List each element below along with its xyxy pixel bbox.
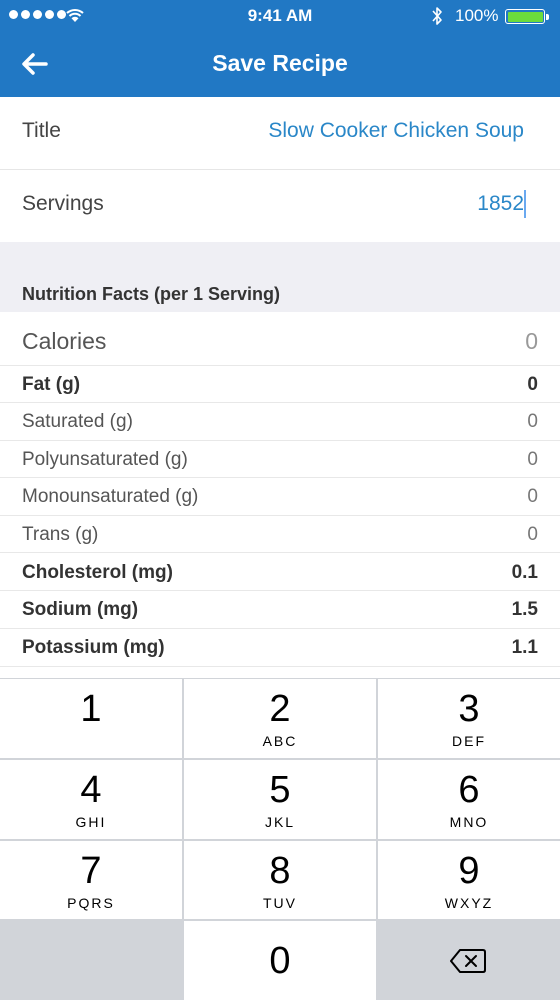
key-letters: DEF [452,733,486,749]
key-7[interactable]: 7 PQRS [0,841,182,919]
key-digit: 6 [458,769,480,811]
nutrition-label: Sodium (mg) [22,599,139,620]
nutrition-label: Saturated (g) [22,411,133,432]
navigation-bar: 9:41 AM 100% Save Recipe [0,0,560,97]
nutrition-label: Potassium (mg) [22,637,165,658]
text-cursor [524,190,526,218]
servings-field[interactable]: 1852 [477,192,524,216]
key-8[interactable]: 8 TUV [184,841,376,919]
nutrition-value[interactable]: 0 [527,524,538,546]
servings-label: Servings [22,192,104,215]
key-digit: 8 [269,850,291,892]
key-5[interactable]: 5 JKL [184,760,376,839]
key-letters: TUV [263,895,297,911]
key-letters: WXYZ [444,895,494,911]
nutrition-section-title: Nutrition Facts (per 1 Serving) [22,284,281,304]
key-letters: ABC [262,733,298,749]
key-digit: 7 [80,850,102,892]
nutrition-value[interactable]: 0 [527,449,538,471]
nutrition-row-sodium[interactable]: Sodium (mg) 1.5 [0,591,560,629]
key-digit: 1 [80,688,102,730]
key-1[interactable]: 1 [0,679,182,758]
key-letters: JKL [264,814,296,830]
status-bar: 9:41 AM 100% [0,0,560,32]
key-digit: 0 [269,940,291,982]
nutrition-label: Calories [22,328,107,354]
nutrition-value[interactable]: 0.1 [512,562,538,584]
key-letters: GHI [75,814,107,830]
nutrition-label: Fat (g) [22,374,81,395]
nutrition-row-potassium[interactable]: Potassium (mg) 1.1 [0,629,560,667]
nutrition-row-trans[interactable]: Trans (g) 0 [0,516,560,553]
key-letters: MNO [449,814,489,830]
page-title: Save Recipe [212,50,348,76]
title-field[interactable]: Slow Cooker Chicken Soup [268,119,524,143]
battery-icon [505,9,549,24]
key-2[interactable]: 2 ABC [184,679,376,758]
nutrition-value[interactable]: 0 [527,374,538,396]
nutrition-row-fat[interactable]: Fat (g) 0 [0,366,560,403]
nutrition-row-cholesterol[interactable]: Cholesterol (mg) 0.1 [0,553,560,591]
nutrition-row-polyunsaturated[interactable]: Polyunsaturated (g) 0 [0,441,560,478]
title-row[interactable]: Title Slow Cooker Chicken Soup [0,97,560,169]
nutrition-label: Trans (g) [22,524,99,545]
backspace-icon [450,949,486,973]
key-6[interactable]: 6 MNO [378,760,560,839]
key-digit: 4 [80,769,102,811]
nutrition-value[interactable]: 0 [525,328,538,355]
nutrition-label: Polyunsaturated (g) [22,449,188,470]
nutrition-row-calories[interactable]: Calories 0 [0,312,560,366]
key-letters: PQRS [67,895,115,911]
numeric-keypad: 1 2 ABC 3 DEF 4 GHI 5 JKL 6 MNO 7 PQRS 8… [0,678,560,1000]
nutrition-row-monounsaturated[interactable]: Monounsaturated (g) 0 [0,478,560,516]
title-label: Title [22,119,61,142]
key-0[interactable]: 0 [184,921,376,1000]
key-digit: 9 [458,850,480,892]
key-9[interactable]: 9 WXYZ [378,841,560,919]
nutrition-label: Cholesterol (mg) [22,562,173,583]
key-digit: 3 [458,688,480,730]
nutrition-label: Monounsaturated (g) [22,486,199,507]
nutrition-value[interactable]: 0 [527,486,538,508]
key-digit: 5 [269,769,291,811]
bluetooth-icon [432,7,442,25]
nutrition-value[interactable]: 0 [527,411,538,433]
battery-percent: 100% [455,6,499,25]
empty-key [0,921,182,1000]
servings-row[interactable]: Servings 1852 [0,170,560,242]
key-digit: 2 [269,688,291,730]
key-4[interactable]: 4 GHI [0,760,182,839]
delete-key[interactable] [378,921,560,1000]
key-3[interactable]: 3 DEF [378,679,560,758]
nutrition-value[interactable]: 1.1 [512,637,538,659]
nutrition-value[interactable]: 1.5 [512,599,538,621]
nutrition-row-saturated[interactable]: Saturated (g) 0 [0,403,560,441]
